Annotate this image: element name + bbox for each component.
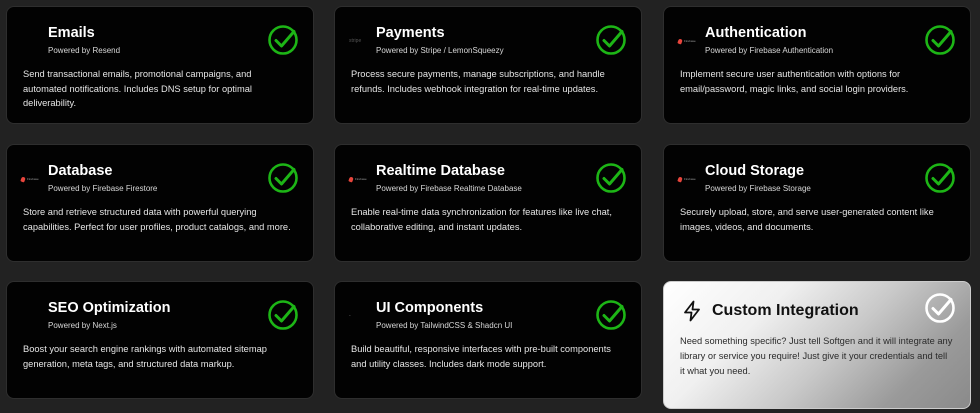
integration-card-ui-components[interactable]: - UI Components Powered by TailwindCSS &… — [334, 281, 642, 399]
card-header: Emails Powered by Resend — [21, 25, 253, 57]
lightning-bolt-icon — [684, 300, 700, 322]
nextjs-logo-icon — [21, 311, 43, 321]
check-circle-icon[interactable] — [267, 24, 299, 56]
card-description: Send transactional emails, promotional c… — [23, 69, 252, 108]
card-powered-by: Powered by Firebase Storage — [705, 184, 811, 193]
card-header: Firebase Realtime Database Powered by Fi… — [348, 163, 581, 195]
card-title: Cloud Storage — [705, 163, 805, 179]
card-header: Firebase Database Powered by Firebase Fi… — [20, 163, 253, 195]
card-title: Authentication — [705, 25, 807, 41]
check-circle-icon[interactable] — [595, 299, 627, 331]
integration-card-cloud-storage[interactable]: Firebase Cloud Storage Powered by Fireba… — [663, 144, 971, 262]
card-powered-by: Powered by Firebase Realtime Database — [376, 184, 522, 193]
card-header: - UI Components Powered by TailwindCSS &… — [349, 300, 581, 332]
shadcn-logo-icon: - — [349, 313, 351, 319]
firebase-logo-icon: Firebase — [348, 174, 371, 184]
card-title: Database — [48, 163, 113, 179]
integration-card-seo-optimization[interactable]: SEO Optimization Powered by Next.js Boos… — [6, 281, 314, 399]
firebase-logo-icon: Firebase — [677, 174, 700, 184]
integration-card-database[interactable]: Firebase Database Powered by Firebase Fi… — [6, 144, 314, 262]
card-powered-by: Powered by Firebase Firestore — [48, 184, 158, 193]
card-title: Emails — [48, 25, 95, 41]
integration-card-authentication[interactable]: Firebase Authentication Powered by Fireb… — [663, 6, 971, 124]
card-description: Need something specific? Just tell Softg… — [680, 336, 953, 376]
card-powered-by: Powered by Stripe / LemonSqueezy — [376, 46, 504, 55]
resend-logo-icon — [21, 36, 43, 46]
stripe-logo-icon: stripe — [349, 38, 362, 44]
integration-card-realtime-database[interactable]: Firebase Realtime Database Powered by Fi… — [334, 144, 642, 262]
card-header: SEO Optimization Powered by Next.js — [21, 300, 253, 332]
card-description: Enable real-time data synchronization fo… — [351, 207, 612, 232]
card-header: Firebase Authentication Powered by Fireb… — [677, 25, 910, 57]
card-title: Custom Integration — [712, 302, 859, 319]
card-description: Process secure payments, manage subscrip… — [351, 69, 605, 94]
card-description: Build beautiful, responsive interfaces w… — [351, 344, 611, 369]
card-header: stripe Payments Powered by Stripe / Lemo… — [349, 25, 581, 57]
firebase-logo-icon: Firebase — [20, 174, 43, 184]
check-circle-icon[interactable] — [595, 24, 627, 56]
card-powered-by: Powered by Resend — [48, 46, 121, 55]
card-header: Firebase Cloud Storage Powered by Fireba… — [677, 163, 910, 195]
card-powered-by: Powered by Firebase Authentication — [705, 46, 834, 55]
check-circle-icon[interactable] — [924, 162, 956, 194]
check-circle-icon[interactable] — [267, 299, 299, 331]
card-description: Store and retrieve structured data with … — [23, 207, 291, 232]
check-circle-icon[interactable] — [924, 292, 956, 324]
card-description: Boost your search engine rankings with a… — [23, 344, 267, 369]
check-circle-icon[interactable] — [924, 24, 956, 56]
card-title: UI Components — [376, 300, 484, 316]
integration-card-emails[interactable]: Emails Powered by Resend Send transactio… — [6, 6, 314, 124]
card-title: Realtime Database — [376, 163, 505, 179]
integrations-grid: Emails Powered by Resend Send transactio… — [0, 0, 980, 413]
card-description: Implement secure user authentication wit… — [680, 69, 909, 94]
card-title: Payments — [376, 25, 445, 41]
card-description: Securely upload, store, and serve user-g… — [680, 207, 934, 232]
check-circle-icon[interactable] — [595, 162, 627, 194]
firebase-logo-icon: Firebase — [677, 36, 700, 46]
integration-card-payments[interactable]: stripe Payments Powered by Stripe / Lemo… — [334, 6, 642, 124]
check-circle-icon[interactable] — [267, 162, 299, 194]
card-header: Custom Integration — [680, 300, 910, 332]
card-title: SEO Optimization — [48, 300, 171, 316]
integration-card-custom[interactable]: Custom Integration Need something specif… — [663, 281, 971, 409]
card-powered-by: Powered by TailwindCSS & Shadcn UI — [376, 321, 513, 330]
card-powered-by: Powered by Next.js — [48, 321, 117, 330]
